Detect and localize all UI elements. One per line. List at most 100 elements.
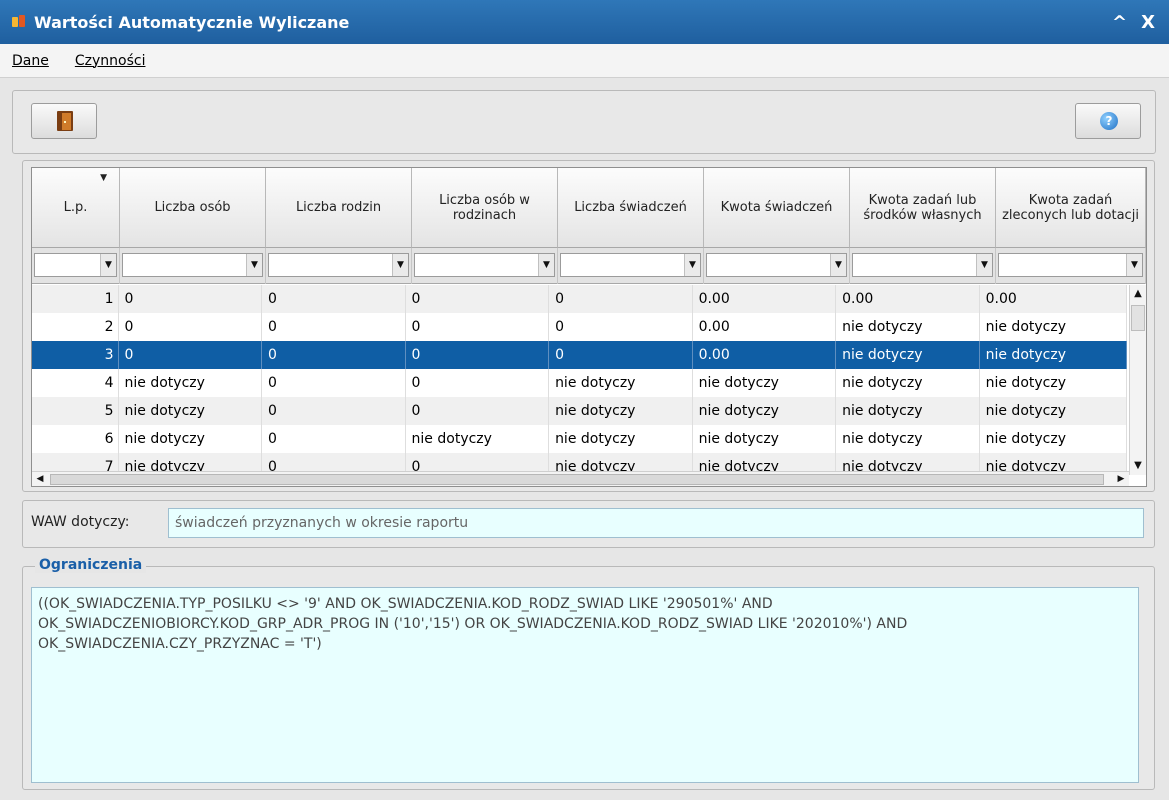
column-filter-input[interactable]: ▼ xyxy=(560,253,701,277)
waw-field[interactable]: świadczeń przyznanych w okresie raportu xyxy=(168,508,1144,538)
table-cell: nie dotyczy xyxy=(836,397,980,425)
table-cell: 0 xyxy=(262,341,406,369)
chevron-down-icon[interactable]: ▼ xyxy=(246,254,262,276)
table-cell: nie dotyczy xyxy=(980,313,1127,341)
column-header-label: Liczba rodzin xyxy=(295,200,382,215)
door-exit-icon xyxy=(57,111,73,131)
column-header-label: L.p. xyxy=(63,200,88,215)
table-row[interactable]: 4 nie dotyczy 0 0 nie dotyczy nie dotyczy nie … xyxy=(32,369,1127,397)
column-filter-input[interactable]: ▼ xyxy=(414,253,555,277)
chevron-down-icon[interactable]: ▼ xyxy=(830,254,846,276)
menu-dane[interactable]: Dane xyxy=(12,53,49,69)
menu-czynnosci[interactable]: Czynności xyxy=(75,53,146,69)
table-cell: 0 xyxy=(406,369,550,397)
table-row-selected[interactable]: 3 0 0 0 0 0.00 nie dotyczy nie dotyczy xyxy=(32,341,1127,369)
help-button[interactable]: ? xyxy=(1075,103,1141,139)
table-cell: nie dotyczy xyxy=(980,341,1127,369)
row-number-cell: 1 xyxy=(32,285,119,313)
table-cell: 0.00 xyxy=(693,313,837,341)
collapse-icon[interactable]: ^ xyxy=(1112,12,1127,33)
table-cell: nie dotyczy xyxy=(119,425,263,453)
table-cell: 0.00 xyxy=(836,285,980,313)
column-header[interactable]: Liczba osób w rodzinach xyxy=(412,168,558,248)
table-cell: 0 xyxy=(262,369,406,397)
table-cell: nie dotyczy xyxy=(406,425,550,453)
table-cell: 0 xyxy=(549,285,693,313)
chevron-down-icon[interactable]: ▼ xyxy=(684,254,700,276)
exit-button[interactable] xyxy=(31,103,97,139)
chevron-down-icon[interactable]: ▼ xyxy=(100,254,116,276)
row-number-cell: 2 xyxy=(32,313,119,341)
ograniczenia-text[interactable]: ((OK_SWIADCZENIA.TYP_POSILKU <> '9' AND … xyxy=(31,587,1139,783)
sort-desc-icon: ▼ xyxy=(100,173,107,183)
title-bar: Wartości Automatycznie Wyliczane ^ X xyxy=(0,0,1169,44)
column-filter-input[interactable]: ▼ xyxy=(34,253,117,277)
table-cell: 0.00 xyxy=(980,285,1127,313)
chevron-down-icon[interactable]: ▼ xyxy=(392,254,408,276)
chevron-down-icon[interactable]: ▼ xyxy=(1126,254,1142,276)
table-cell: 0 xyxy=(262,285,406,313)
column-header-label: Kwota świadczeń xyxy=(720,200,833,215)
table-cell: 0 xyxy=(406,285,550,313)
filter-cell: ▼ xyxy=(32,248,120,284)
column-filter-input[interactable]: ▼ xyxy=(998,253,1143,277)
scroll-thumb[interactable] xyxy=(1131,305,1145,331)
column-filter-input[interactable]: ▼ xyxy=(122,253,263,277)
grid-body: 1 0 0 0 0 0.00 0.00 0.00 2 0 0 0 0 0.00 nie dotyczy nie… xyxy=(32,285,1127,475)
row-number-cell: 4 xyxy=(32,369,119,397)
scroll-up-icon[interactable]: ▲ xyxy=(1130,285,1146,303)
row-number-cell: 6 xyxy=(32,425,119,453)
column-header[interactable]: L.p. ▼ xyxy=(32,168,120,248)
chevron-down-icon[interactable]: ▼ xyxy=(538,254,554,276)
menu-bar: Dane Czynności xyxy=(0,44,1169,78)
table-cell: nie dotyczy xyxy=(549,425,693,453)
table-cell: nie dotyczy xyxy=(980,369,1127,397)
filter-cell: ▼ xyxy=(558,248,704,284)
table-cell: 0 xyxy=(549,313,693,341)
filter-cell: ▼ xyxy=(266,248,412,284)
column-header-label: Kwota zadań zleconych lub dotacji xyxy=(1002,192,1139,223)
column-filter-input[interactable]: ▼ xyxy=(268,253,409,277)
filter-cell: ▼ xyxy=(850,248,996,284)
column-header[interactable]: Liczba rodzin xyxy=(266,168,412,248)
column-header[interactable]: Liczba osób xyxy=(120,168,266,248)
column-header[interactable]: Liczba świadczeń xyxy=(558,168,704,248)
table-cell: nie dotyczy xyxy=(693,425,837,453)
column-header[interactable]: Kwota zadań zleconych lub dotacji xyxy=(996,168,1146,248)
filter-cell: ▼ xyxy=(996,248,1146,284)
column-header[interactable]: Kwota zadań lub środków własnych xyxy=(850,168,996,248)
table-row[interactable]: 6 nie dotyczy 0 nie dotyczy nie dotyczy nie d… xyxy=(32,425,1127,453)
table-cell: nie dotyczy xyxy=(119,397,263,425)
window-title: Wartości Automatycznie Wyliczane xyxy=(34,12,350,32)
column-header-label: Liczba osób w rodzinach xyxy=(439,192,530,223)
table-cell: 0 xyxy=(262,397,406,425)
table-row[interactable]: 2 0 0 0 0 0.00 nie dotyczy nie dotyczy xyxy=(32,313,1127,341)
table-cell: 0.00 xyxy=(693,341,837,369)
grid-panel: L.p. ▼ Liczba osób Liczba rodzin Liczba osób… xyxy=(22,160,1155,492)
scroll-left-icon[interactable]: ◀ xyxy=(32,472,48,486)
table-row[interactable]: 1 0 0 0 0 0.00 0.00 0.00 xyxy=(32,285,1127,313)
waw-panel: WAW dotyczy: świadczeń przyznanych w okr… xyxy=(22,500,1155,548)
horizontal-scrollbar[interactable]: ◀ ▶ xyxy=(32,471,1129,486)
table-cell: 0 xyxy=(406,397,550,425)
scroll-right-icon[interactable]: ▶ xyxy=(1113,472,1129,486)
close-icon[interactable]: X xyxy=(1141,12,1155,33)
table-cell: 0 xyxy=(119,341,263,369)
table-cell: nie dotyczy xyxy=(549,397,693,425)
table-cell: 0 xyxy=(549,341,693,369)
table-cell: 0 xyxy=(262,313,406,341)
scroll-down-icon[interactable]: ▼ xyxy=(1130,457,1146,475)
scroll-thumb-horizontal[interactable] xyxy=(50,474,1104,485)
table-row[interactable]: 5 nie dotyczy 0 0 nie dotyczy nie dotyczy nie … xyxy=(32,397,1127,425)
column-filter-input[interactable]: ▼ xyxy=(852,253,993,277)
column-header-label: Liczba świadczeń xyxy=(574,200,687,215)
vertical-scrollbar[interactable]: ▲ ▼ xyxy=(1129,285,1146,475)
data-grid: L.p. ▼ Liczba osób Liczba rodzin Liczba osób… xyxy=(31,167,1147,487)
chevron-down-icon[interactable]: ▼ xyxy=(976,254,992,276)
table-cell: nie dotyczy xyxy=(836,313,980,341)
column-filter-input[interactable]: ▼ xyxy=(706,253,847,277)
app-icon xyxy=(12,15,26,29)
row-number-cell: 5 xyxy=(32,397,119,425)
column-header[interactable]: Kwota świadczeń xyxy=(704,168,850,248)
column-header-label: Liczba osób xyxy=(154,200,231,215)
